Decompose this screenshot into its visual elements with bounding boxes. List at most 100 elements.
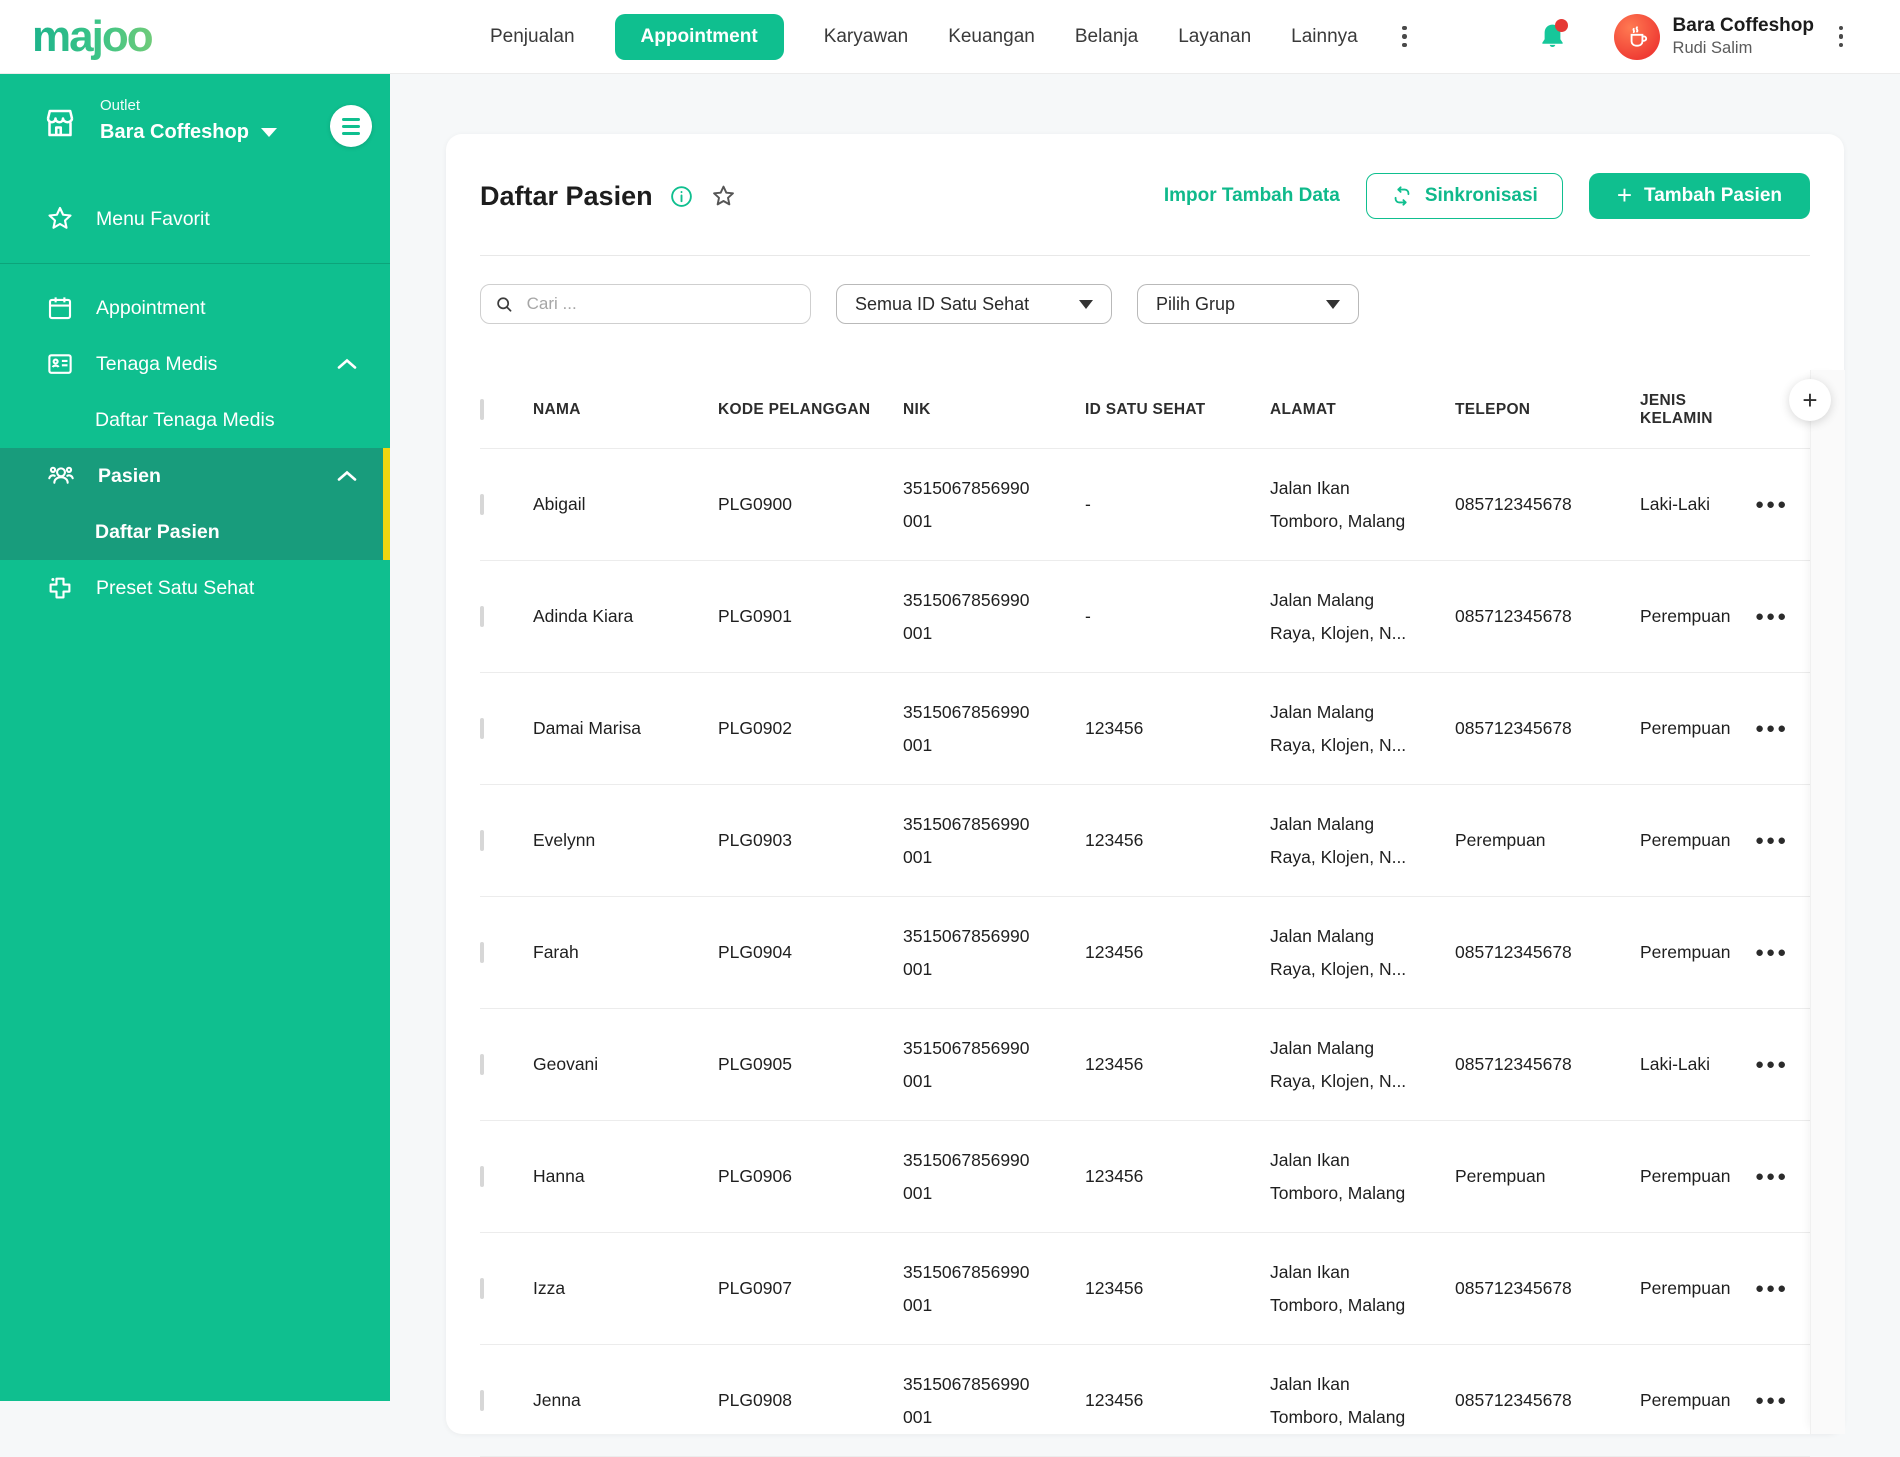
sync-button-label: Sinkronisasi bbox=[1424, 185, 1538, 206]
nav-item-lainnya[interactable]: Lainnya bbox=[1291, 26, 1358, 48]
sidebar-item-daftar-tenaga-medis[interactable]: Daftar Tenaga Medis bbox=[0, 392, 390, 448]
sidebar-item-label: Appointment bbox=[96, 296, 206, 319]
cell-nik: 3515067856990 001 bbox=[903, 1262, 1030, 1315]
hamburger-icon[interactable] bbox=[330, 105, 372, 147]
search-input[interactable] bbox=[524, 293, 796, 315]
id-satu-sehat-filter-dropdown[interactable]: Semua ID Satu Sehat bbox=[836, 284, 1112, 324]
nav-item-karyawan[interactable]: Karyawan bbox=[824, 26, 909, 48]
row-checkbox[interactable] bbox=[480, 1165, 484, 1187]
sidebar-active-section: Pasien Daftar Pasien bbox=[0, 448, 390, 560]
cell-id-satu-sehat: 123456 bbox=[1085, 1166, 1144, 1187]
cell-id-satu-sehat: - bbox=[1085, 606, 1091, 627]
nav-item-appointment[interactable]: Appointment bbox=[614, 13, 784, 60]
sidebar-item-label: Pasien bbox=[98, 464, 161, 487]
profile-kebab-menu-icon[interactable] bbox=[1834, 25, 1848, 48]
cell-telepon: 085712345678 bbox=[1455, 942, 1572, 963]
sidebar-item-preset-satu-sehat[interactable]: Preset Satu Sehat bbox=[0, 560, 390, 616]
cell-jenis-kelamin: Laki-Laki bbox=[1640, 1054, 1711, 1075]
sync-icon bbox=[1394, 186, 1410, 206]
select-all-checkbox[interactable] bbox=[480, 398, 484, 420]
cell-id-satu-sehat: 123456 bbox=[1085, 718, 1144, 739]
cell-telepon: 085712345678 bbox=[1455, 606, 1572, 627]
table-row: Adinda Kiara PLG0901 3515067856990 001 -… bbox=[480, 561, 1810, 673]
cell-kode-pelanggan: PLG0901 bbox=[718, 606, 792, 627]
table-row: Damai Marisa PLG0902 3515067856990 001 1… bbox=[480, 673, 1810, 785]
ellipsis-icon[interactable]: ●●● bbox=[1755, 496, 1810, 513]
avatar[interactable] bbox=[1613, 13, 1660, 60]
sidebar-item-tenaga-medis[interactable]: Tenaga Medis bbox=[0, 336, 390, 392]
row-checkbox[interactable] bbox=[480, 717, 484, 739]
kebab-menu-icon[interactable] bbox=[1398, 25, 1412, 48]
star-outline-icon[interactable] bbox=[710, 183, 737, 210]
cell-id-satu-sehat: 123456 bbox=[1085, 942, 1144, 963]
outlet-selector[interactable]: Outlet Bara Coffeshop bbox=[0, 73, 390, 175]
cell-telepon: 085712345678 bbox=[1455, 718, 1572, 739]
cell-nama: Izza bbox=[533, 1278, 566, 1299]
cell-jenis-kelamin: Perempuan bbox=[1640, 830, 1731, 851]
row-checkbox[interactable] bbox=[480, 605, 484, 627]
ellipsis-icon[interactable]: ●●● bbox=[1755, 832, 1810, 849]
table-row: Abigail PLG0900 3515067856990 001 - Jala… bbox=[480, 449, 1810, 561]
filter-row: Semua ID Satu Sehat Pilih Grup bbox=[480, 284, 1810, 324]
star-icon bbox=[48, 206, 72, 229]
row-checkbox[interactable] bbox=[480, 1389, 484, 1411]
ellipsis-icon[interactable]: ●●● bbox=[1755, 720, 1810, 737]
cell-jenis-kelamin: Perempuan bbox=[1640, 1166, 1731, 1187]
majoo-logo: majoo bbox=[32, 12, 154, 61]
info-icon[interactable] bbox=[669, 184, 694, 209]
row-checkbox[interactable] bbox=[480, 941, 484, 963]
cell-kode-pelanggan: PLG0906 bbox=[718, 1166, 792, 1187]
ellipsis-icon[interactable]: ●●● bbox=[1755, 1280, 1810, 1297]
add-patient-button[interactable]: + Tambah Pasien bbox=[1588, 173, 1810, 219]
search-icon bbox=[497, 296, 512, 312]
cell-nik: 3515067856990 001 bbox=[903, 702, 1030, 755]
ellipsis-icon[interactable]: ●●● bbox=[1755, 1168, 1810, 1185]
nav-item-belanja[interactable]: Belanja bbox=[1075, 26, 1138, 48]
cell-kode-pelanggan: PLG0900 bbox=[718, 494, 792, 515]
nav-item-keuangan[interactable]: Keuangan bbox=[948, 26, 1035, 48]
table-row: Izza PLG0907 3515067856990 001 123456 Ja… bbox=[480, 1233, 1810, 1345]
group-filter-dropdown[interactable]: Pilih Grup bbox=[1137, 284, 1359, 324]
nav-item-layanan[interactable]: Layanan bbox=[1178, 26, 1251, 48]
add-column-button[interactable]: + bbox=[1789, 379, 1831, 421]
sidebar-item-pasien[interactable]: Pasien bbox=[0, 448, 390, 504]
ellipsis-icon[interactable]: ●●● bbox=[1755, 944, 1810, 961]
cell-telepon: 085712345678 bbox=[1455, 494, 1572, 515]
column-header-jenis-kelamin: JENIS KELAMIN bbox=[1640, 391, 1713, 427]
sidebar-item-label: Tenaga Medis bbox=[96, 352, 218, 375]
bell-icon[interactable] bbox=[1539, 18, 1568, 52]
sidebar-item-menu-favorit[interactable]: Menu Favorit bbox=[0, 191, 390, 247]
table-body: Abigail PLG0900 3515067856990 001 - Jala… bbox=[480, 449, 1810, 1457]
cell-telepon: Perempuan bbox=[1455, 1166, 1546, 1187]
cell-nik: 3515067856990 001 bbox=[903, 1038, 1030, 1091]
cell-jenis-kelamin: Perempuan bbox=[1640, 606, 1731, 627]
sidebar-item-daftar-pasien[interactable]: Daftar Pasien bbox=[0, 504, 390, 560]
row-checkbox[interactable] bbox=[480, 1053, 484, 1075]
sidebar-item-label: Preset Satu Sehat bbox=[96, 576, 255, 599]
top-navbar: majoo Penjualan Appointment Karyawan Keu… bbox=[0, 0, 1900, 74]
import-data-link[interactable]: Impor Tambah Data bbox=[1164, 185, 1340, 207]
cell-id-satu-sehat: 123456 bbox=[1085, 1278, 1144, 1299]
sync-button[interactable]: Sinkronisasi bbox=[1365, 173, 1563, 219]
sidebar-item-appointment[interactable]: Appointment bbox=[0, 280, 390, 336]
cell-telepon: 085712345678 bbox=[1455, 1278, 1572, 1299]
nav-item-penjualan[interactable]: Penjualan bbox=[490, 26, 575, 48]
row-checkbox[interactable] bbox=[480, 829, 484, 851]
ellipsis-icon[interactable]: ●●● bbox=[1755, 1056, 1810, 1073]
ellipsis-icon[interactable]: ●●● bbox=[1755, 608, 1810, 625]
profile-names[interactable]: Bara Coffeshop Rudi Salim bbox=[1673, 14, 1814, 58]
cell-nama: Adinda Kiara bbox=[533, 606, 634, 627]
column-header-nama: NAMA bbox=[533, 400, 581, 418]
row-checkbox[interactable] bbox=[480, 493, 484, 515]
cell-jenis-kelamin: Laki-Laki bbox=[1640, 494, 1711, 515]
column-header-alamat: ALAMAT bbox=[1270, 400, 1337, 418]
sidebar-divider bbox=[0, 263, 390, 264]
profile-business-name: Bara Coffeshop bbox=[1672, 15, 1814, 37]
cell-jenis-kelamin: Perempuan bbox=[1640, 1278, 1731, 1299]
search-box bbox=[480, 284, 811, 324]
cell-jenis-kelamin: Perempuan bbox=[1640, 718, 1731, 739]
add-patient-label: Tambah Pasien bbox=[1644, 185, 1782, 206]
row-checkbox[interactable] bbox=[480, 1277, 484, 1299]
table-row: Hanna PLG0906 3515067856990 001 123456 J… bbox=[480, 1121, 1810, 1233]
sidebar: Outlet Bara Coffeshop Menu Favorit Appoi… bbox=[0, 73, 390, 1401]
